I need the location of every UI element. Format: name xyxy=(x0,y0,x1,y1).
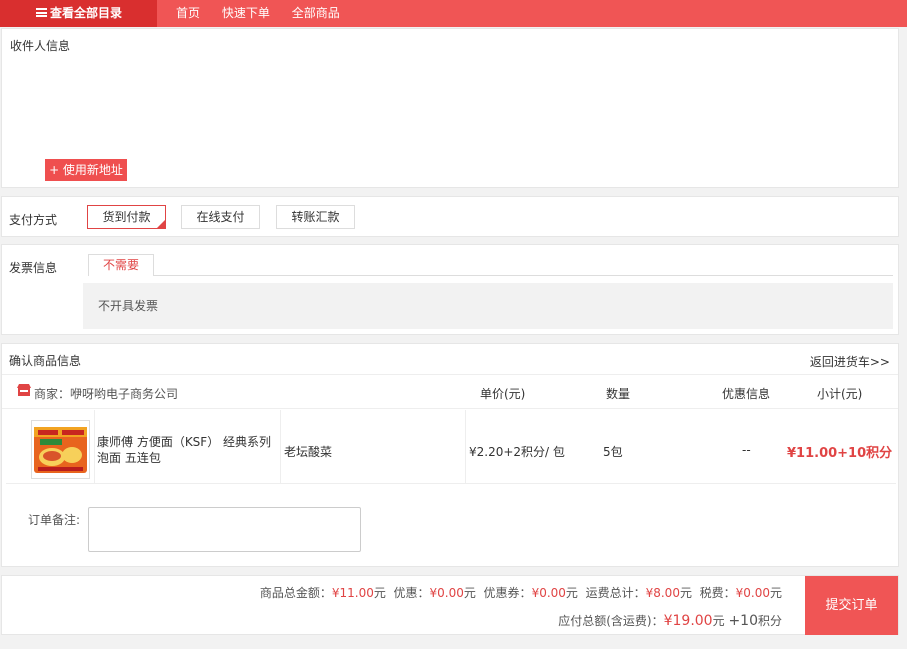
goods-row: 康师傅 方便面（KSF） 经典系列 泡面 五连包 老坛酸菜 ¥2.20+2积分/… xyxy=(6,410,896,484)
tax-label: 税费： xyxy=(699,586,736,600)
recipient-info-title: 收件人信息 xyxy=(10,39,71,53)
order-remark-input[interactable] xyxy=(88,507,361,552)
invoice-tab-divider xyxy=(153,275,893,276)
yuan-unit: 元 xyxy=(463,586,476,600)
invoice-panel: 发票信息 不需要 不开具发票 xyxy=(1,244,899,335)
col-quantity: 数量 xyxy=(606,387,631,401)
yuan-unit: 元 xyxy=(679,586,692,600)
recipient-info-panel: 收件人信息 + 使用新地址 xyxy=(1,28,899,188)
col-subtotal: 小计(元) xyxy=(817,387,863,401)
top-navigation: 查看全部目录 首页 快速下单 全部商品 xyxy=(0,0,907,27)
payable-label: 应付总额(含运费)： xyxy=(558,614,664,628)
shipping-label: 运费总计： xyxy=(585,586,646,600)
nav-link-home[interactable]: 首页 xyxy=(176,6,200,20)
nav-link-all-products[interactable]: 全部商品 xyxy=(292,6,340,20)
payment-method-panel: 支付方式 货到付款 在线支付 转账汇款 xyxy=(1,196,899,237)
product-quantity: 5包 xyxy=(603,445,623,459)
yuan-unit: 元 xyxy=(565,586,578,600)
product-name[interactable]: 康师傅 方便面（KSF） 经典系列 泡面 五连包 xyxy=(97,434,277,466)
noodle-package-image xyxy=(34,427,87,473)
payment-method-label: 支付方式 xyxy=(9,213,58,227)
product-image[interactable] xyxy=(31,420,90,479)
nav-links: 首页 快速下单 全部商品 xyxy=(176,0,358,27)
shipping-value: ¥8.00 xyxy=(645,586,680,600)
payment-option-transfer[interactable]: 转账汇款 xyxy=(276,205,355,229)
discount-label: 优惠： xyxy=(393,586,430,600)
col-discount: 优惠信息 xyxy=(722,387,771,401)
order-remark-label: 订单备注: xyxy=(28,513,81,527)
yuan-unit: 元 xyxy=(769,586,782,600)
goods-column-header: 商家：咿呀哟电子商务公司 单价(元) 数量 优惠信息 小计(元) xyxy=(2,376,898,409)
col-unit-price: 单价(元) xyxy=(480,387,526,401)
payable-total: 应付总额(含运费)：¥19.00元 +10积分 xyxy=(558,612,782,629)
payable-value: ¥19.00 xyxy=(663,613,713,629)
row-divider xyxy=(465,410,466,484)
goods-total-value: ¥11.00 xyxy=(331,586,374,600)
product-discount: -- xyxy=(742,443,751,457)
discount-value: ¥0.00 xyxy=(429,586,464,600)
use-new-address-button[interactable]: + 使用新地址 xyxy=(45,159,127,181)
coupon-label: 优惠券： xyxy=(483,586,532,600)
goods-total-label: 商品总金额： xyxy=(259,586,332,600)
payment-option-cod[interactable]: 货到付款 xyxy=(87,205,166,229)
order-summary-panel: 商品总金额：¥11.00元 优惠：¥0.00元 优惠券：¥0.00元 运费总计：… xyxy=(1,575,899,635)
product-unit-price: ¥2.20+2积分/ 包 xyxy=(469,445,565,459)
row-divider xyxy=(94,410,95,484)
product-spec: 老坛酸菜 xyxy=(284,445,333,459)
nav-link-quick-order[interactable]: 快速下单 xyxy=(222,6,270,20)
row-divider xyxy=(280,410,281,484)
payment-option-online[interactable]: 在线支付 xyxy=(181,205,260,229)
product-subtotal: ¥11.00+10积分 xyxy=(787,446,893,461)
coupon-value: ¥0.00 xyxy=(531,586,566,600)
tax-value: ¥0.00 xyxy=(735,586,770,600)
back-to-cart-link[interactable]: 返回进货车>> xyxy=(810,353,890,370)
payable-points: +10 xyxy=(728,613,758,629)
goods-title: 确认商品信息 xyxy=(9,354,82,368)
invoice-content: 不开具发票 xyxy=(83,283,893,329)
yuan-unit: 元 xyxy=(712,614,725,628)
goods-confirm-panel: 确认商品信息 返回进货车>> 商家：咿呀哟电子商务公司 单价(元) 数量 优惠信… xyxy=(1,343,899,567)
merchant-name: 商家：咿呀哟电子商务公司 xyxy=(34,387,179,401)
goods-header: 确认商品信息 返回进货车>> xyxy=(2,344,898,375)
invoice-tab-none[interactable]: 不需要 xyxy=(88,254,154,276)
menu-icon xyxy=(36,8,47,17)
yuan-unit: 元 xyxy=(373,586,386,600)
all-categories-button[interactable]: 查看全部目录 xyxy=(0,0,157,27)
points-unit: 积分 xyxy=(757,614,782,628)
amount-breakdown: 商品总金额：¥11.00元 优惠：¥0.00元 优惠券：¥0.00元 运费总计：… xyxy=(260,584,782,601)
all-categories-label: 查看全部目录 xyxy=(50,6,123,20)
invoice-label: 发票信息 xyxy=(9,261,58,275)
submit-order-button[interactable]: 提交订单 xyxy=(805,576,898,635)
